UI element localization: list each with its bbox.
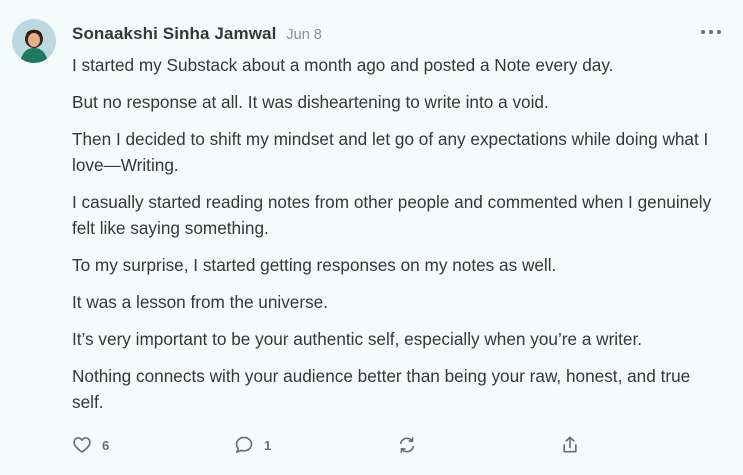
- more-dot: [709, 30, 713, 34]
- more-dot: [717, 30, 721, 34]
- comment-count: 1: [264, 437, 272, 453]
- avatar-image: [12, 19, 56, 63]
- like-button[interactable]: 6: [72, 432, 109, 458]
- note-paragraph: Nothing connects with your audience bett…: [72, 366, 691, 412]
- note-card: Sonaakshi Sinha Jamwal Jun 8 I started m…: [0, 0, 743, 475]
- like-count: 6: [102, 437, 110, 453]
- restack-icon: [399, 437, 415, 453]
- share-button[interactable]: [560, 432, 580, 458]
- heart-icon: [73, 437, 91, 453]
- more-dot: [701, 30, 705, 34]
- post-date[interactable]: Jun 8: [286, 27, 321, 43]
- comment-bubble-icon: [235, 436, 253, 453]
- note-paragraph: But no response at all. It was dishearte…: [72, 92, 549, 112]
- note-paragraph: It was a lesson from the universe.: [72, 292, 329, 312]
- note-body: I started my Substack about a month ago …: [72, 52, 712, 426]
- note-paragraph: To my surprise, I started getting respon…: [72, 255, 557, 275]
- share-icon: [563, 436, 577, 453]
- avatar[interactable]: [12, 19, 56, 63]
- action-bar: 6 1: [72, 432, 592, 458]
- note-paragraph: I started my Substack about a month ago …: [72, 55, 614, 75]
- note-paragraph: I casually started reading notes from ot…: [72, 192, 712, 238]
- note-paragraph: It’s very important to be your authentic…: [72, 329, 643, 349]
- note-paragraph: Then I decided to shift my mindset and l…: [72, 129, 709, 175]
- more-options-icon[interactable]: [701, 26, 721, 38]
- note-header: Sonaakshi Sinha Jamwal Jun 8: [72, 24, 322, 46]
- restack-button[interactable]: [397, 432, 417, 458]
- author-name[interactable]: Sonaakshi Sinha Jamwal: [72, 24, 276, 44]
- comment-button[interactable]: 1: [234, 432, 271, 458]
